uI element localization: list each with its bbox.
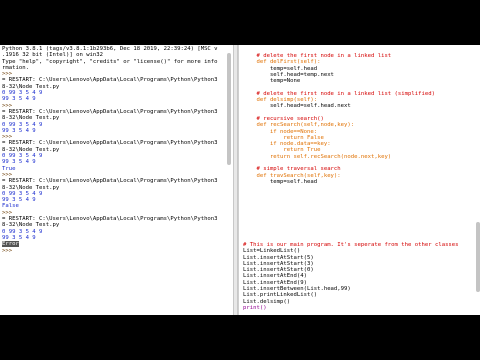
code-line-text: # delete the first node in a linked list… bbox=[243, 90, 435, 97]
code-line-text: return True bbox=[243, 147, 321, 154]
shell-line-text: >>> bbox=[2, 134, 13, 141]
shell-line-text: 8-32\Node Test.py bbox=[2, 184, 60, 191]
editor-scrollbar-thumb[interactable] bbox=[476, 222, 480, 292]
code-line-text: if node==None: bbox=[243, 128, 318, 135]
code-line-text: print() bbox=[243, 304, 267, 311]
editor-scrollbar[interactable] bbox=[475, 47, 480, 313]
code-line-text: List.delsimp() bbox=[243, 298, 291, 305]
code-line-text: List.printLinkedList() bbox=[243, 292, 318, 299]
shell-line-text: 0 99 3 5 4 9 bbox=[2, 121, 43, 128]
shell-line-text: >>> bbox=[2, 209, 13, 216]
shell-line-text: = RESTART: C:\Users\Lenovo\AppData\Local… bbox=[2, 140, 218, 147]
code-line-text: self.head=temp.next bbox=[243, 71, 334, 78]
shell-line-text: 99 3 5 4 9 bbox=[2, 127, 36, 134]
editor-code[interactable]: # delete the first node in a linked list… bbox=[243, 53, 480, 311]
code-line-text: # delete the first node in a linked list bbox=[243, 53, 392, 59]
code-editor-window[interactable]: # delete the first node in a linked list… bbox=[238, 45, 480, 315]
shell-line-text: False bbox=[2, 203, 19, 210]
shell-line-text: Python 3.8.1 (tags/v3.8.1:1b293b6, Dec 1… bbox=[2, 46, 218, 52]
shell-line-text: 0 99 3 5 4 9 bbox=[2, 90, 43, 97]
code-line-text: List.insertAtStart(5) bbox=[243, 254, 314, 261]
code-line-text: List=LinkedList() bbox=[243, 248, 301, 255]
code-line-text: List.insertAtStart(3) bbox=[243, 260, 314, 267]
shell-line-text: 99 3 5 4 9 bbox=[2, 234, 36, 241]
code-line-text: # This is our main program. It's seperat… bbox=[243, 241, 459, 248]
shell-line-text: 0 99 3 5 4 9 bbox=[2, 153, 43, 160]
code-line-text: List.insertAtEnd(4) bbox=[243, 273, 307, 280]
shell-line-text: >>> bbox=[2, 71, 13, 78]
shell-line-text: = RESTART: C:\Users\Lenovo\AppData\Local… bbox=[2, 216, 218, 223]
shell-line-text: 8-32\Node Test.py bbox=[2, 115, 60, 122]
shell-line-text: 99 3 5 4 9 bbox=[2, 159, 36, 166]
shell-line-text: Type "help", "copyright", "credits" or "… bbox=[2, 58, 218, 65]
code-line-text: if node.data==key: bbox=[243, 141, 331, 148]
shell-line-text: >>> bbox=[2, 171, 13, 178]
shell-line-text: 99 3 5 4 9 bbox=[2, 197, 36, 204]
shell-scrollbar[interactable] bbox=[226, 47, 232, 313]
shell-line-text: Error bbox=[2, 241, 19, 248]
code-line-text: # simple traversal search bbox=[243, 166, 341, 173]
shell-line: Type "help", "copyright", "credits" or "… bbox=[2, 59, 233, 65]
code-line-text: temp=self.head bbox=[243, 178, 318, 185]
code-line-text: def travSearch(self,key): bbox=[243, 172, 341, 179]
code-line: print() bbox=[243, 305, 480, 311]
shell-scrollbar-thumb[interactable] bbox=[227, 53, 231, 165]
shell-line-text: = RESTART: C:\Users\Lenovo\AppData\Local… bbox=[2, 77, 218, 84]
shell-line-text: 99 3 5 4 9 bbox=[2, 96, 36, 103]
code-line-text: self.head=self.head.next bbox=[243, 103, 351, 110]
shell-line: >>> bbox=[2, 248, 233, 254]
code-line-text: temp=None bbox=[243, 78, 301, 85]
shell-line-text: = RESTART: C:\Users\Lenovo\AppData\Local… bbox=[2, 178, 218, 185]
code-line-text: def delsimp(self): bbox=[243, 97, 318, 104]
code-line-text: List.insertAtStart(0) bbox=[243, 267, 314, 274]
code-line-text: # recursive search() bbox=[243, 115, 324, 122]
shell-line-text: 8-32\Node Test.py bbox=[2, 222, 60, 229]
desktop-screen: Python 3.8.1 (tags/v3.8.1:1b293b6, Dec 1… bbox=[0, 45, 480, 315]
shell-output: Python 3.8.1 (tags/v3.8.1:1b293b6, Dec 1… bbox=[2, 46, 233, 254]
shell-line-text: 0 99 3 5 4 9 bbox=[2, 228, 43, 235]
code-line-text: def delFirst(self): bbox=[243, 59, 321, 66]
shell-line-text: >>> bbox=[2, 102, 13, 109]
code-line-text: return False bbox=[243, 134, 324, 141]
shell-line-text: .1916 32 bit (Intel)] on win32 bbox=[2, 52, 104, 59]
code-line-text: temp=self.head bbox=[243, 65, 318, 72]
code-line-text: List.insertBetween(List.head,99) bbox=[243, 285, 351, 292]
shell-line-text: 8-32\Node Test.py bbox=[2, 146, 60, 153]
shell-line-text: = RESTART: C:\Users\Lenovo\AppData\Local… bbox=[2, 108, 218, 115]
shell-line-text: 0 99 3 5 4 9 bbox=[2, 190, 43, 197]
python-shell-window[interactable]: Python 3.8.1 (tags/v3.8.1:1b293b6, Dec 1… bbox=[0, 45, 233, 315]
code-line-text: List.insertAtEnd(9) bbox=[243, 279, 307, 286]
shell-line-text: >>> bbox=[2, 247, 13, 254]
code-line-text: def recSearch(self,node,key): bbox=[243, 122, 355, 129]
shell-line-text: 8-32\Node Test.py bbox=[2, 83, 60, 90]
shell-line-text: True bbox=[2, 165, 16, 172]
code-line-text: return self.recSearch(node.next,key) bbox=[243, 153, 392, 160]
shell-line-text: rmation. bbox=[2, 64, 29, 71]
